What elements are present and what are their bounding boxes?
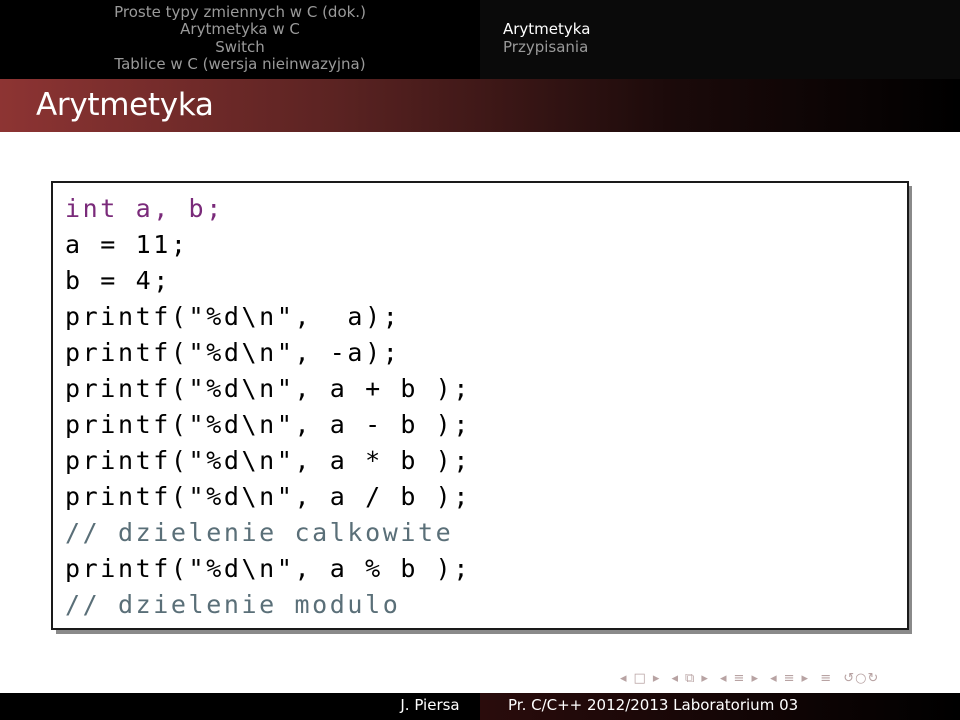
next-subsection-icon[interactable]: ▸ — [751, 671, 759, 686]
code-line-4: printf("%d\n", a); — [65, 302, 401, 331]
prev-slide-icon[interactable]: ◂ — [620, 671, 628, 686]
code-line-5: printf("%d\n", -a); — [65, 338, 401, 367]
next-slide-icon[interactable]: ▸ — [653, 671, 661, 686]
code-line-3: b = 4; — [65, 266, 171, 295]
nav-subsection-tablice[interactable]: Tablice w C (wersja nieinwazyjna) — [0, 55, 480, 73]
nav-subsection-switch[interactable]: Switch — [0, 38, 480, 56]
frame-icon[interactable]: ⧉ — [685, 671, 695, 686]
section-icon[interactable]: ≡ — [784, 671, 796, 686]
nav-subsection-przypisania[interactable]: Przypisania — [503, 38, 588, 56]
beamer-navigation-symbols: ◂ □ ▸ ◂ ⧉ ▸ ◂ ≡ ▸ ◂ ≡ ▸ ≡ ↺○↻ — [620, 671, 885, 686]
slide-icon[interactable]: □ — [634, 671, 647, 686]
footer-author: J. Piersa — [400, 696, 460, 714]
top-navigation-bar: Proste typy zmiennych w C (dok.) Arytmet… — [0, 0, 960, 79]
search-icon[interactable]: ↺○↻ — [843, 671, 879, 686]
next-frame-icon[interactable]: ▸ — [701, 671, 709, 686]
footer-title: Pr. C/C++ 2012/2013 Laboratorium 03 — [508, 696, 799, 714]
nav-left-panel: Proste typy zmiennych w C (dok.) Arytmet… — [0, 0, 480, 79]
frame-title-bar: Arytmetyka — [0, 79, 960, 132]
code-line-8: printf("%d\n", a * b ); — [65, 446, 471, 475]
code-line-12-comment: // dzielenie modulo — [65, 590, 401, 619]
code-line-11: printf("%d\n", a % b ); — [65, 554, 471, 583]
prev-section-icon[interactable]: ◂ — [770, 671, 778, 686]
code-line-6: printf("%d\n", a + b ); — [65, 374, 471, 403]
code-line-1: int a, b; — [65, 194, 224, 223]
frame-title: Arytmetyka — [36, 87, 214, 123]
prev-frame-icon[interactable]: ◂ — [672, 671, 680, 686]
nav-section-arytmetyka[interactable]: Arytmetyka — [503, 20, 590, 38]
code-line-7: printf("%d\n", a - b ); — [65, 410, 471, 439]
footer-title-panel: Pr. C/C++ 2012/2013 Laboratorium 03 — [480, 693, 960, 720]
nav-subsection-arytmetyka-w-c[interactable]: Arytmetyka w C — [0, 20, 480, 38]
code-line-9: printf("%d\n", a / b ); — [65, 482, 471, 511]
nav-section-proste-typy[interactable]: Proste typy zmiennych w C (dok.) — [0, 3, 480, 21]
code-line-10-comment: // dzielenie calkowite — [65, 518, 454, 547]
prev-subsection-icon[interactable]: ◂ — [720, 671, 728, 686]
footer-bar: J. Piersa Pr. C/C++ 2012/2013 Laboratori… — [0, 693, 960, 720]
subsection-icon[interactable]: ≡ — [734, 671, 746, 686]
align-icon[interactable]: ≡ — [820, 671, 832, 686]
next-section-icon[interactable]: ▸ — [802, 671, 810, 686]
code-line-2: a = 11; — [65, 230, 189, 259]
code-block: int a, b; a = 11; b = 4; printf("%d\n", … — [51, 181, 909, 630]
